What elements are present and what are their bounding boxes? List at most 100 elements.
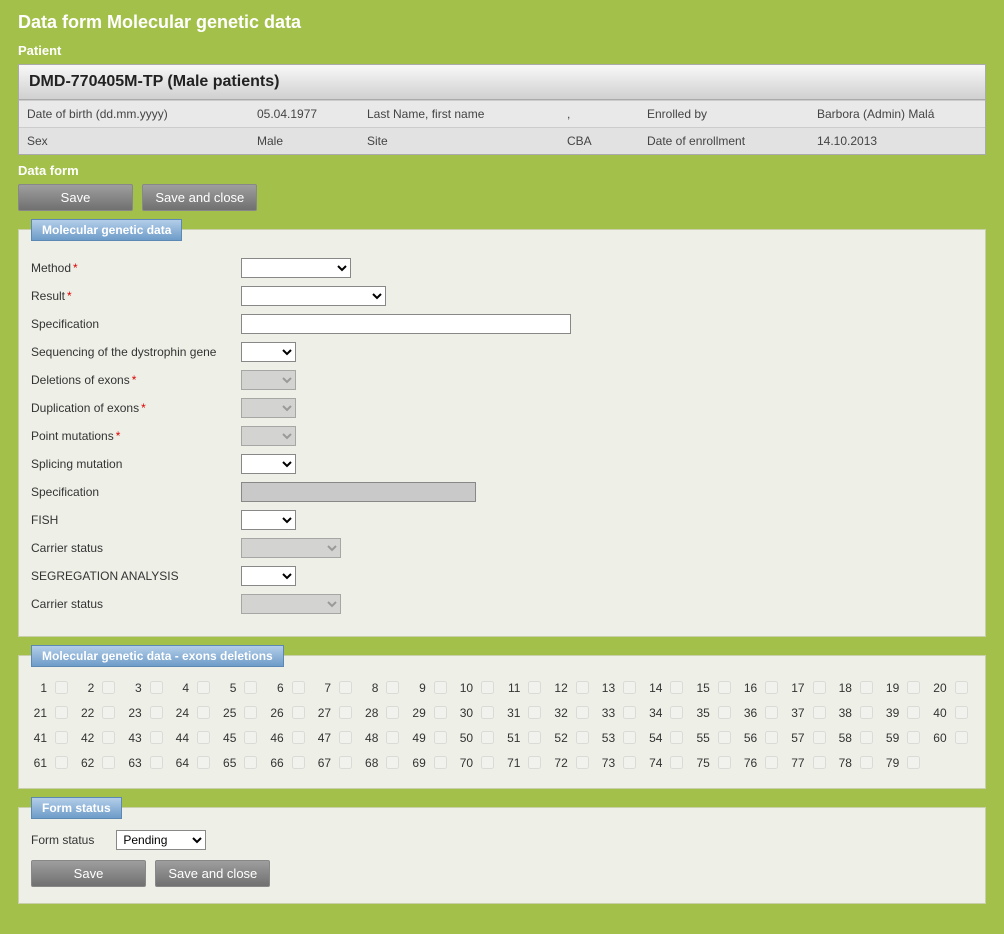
exon-number: 58 (836, 731, 852, 745)
exon-number: 69 (410, 756, 426, 770)
exon-checkbox (528, 756, 541, 769)
exon-cell: 71 (504, 753, 544, 772)
specification2-input (241, 482, 476, 502)
exon-cell: 79 (883, 753, 923, 772)
exon-checkbox (150, 731, 163, 744)
exon-number: 55 (694, 731, 710, 745)
form-status-select[interactable]: Pending (116, 830, 206, 850)
specification2-label: Specification (31, 485, 241, 499)
exon-checkbox (765, 706, 778, 719)
exon-cell: 59 (883, 728, 923, 747)
exon-number: 78 (836, 756, 852, 770)
exon-number: 11 (504, 681, 520, 695)
result-label: Result (31, 289, 65, 303)
exon-checkbox (244, 706, 257, 719)
patient-section-label: Patient (18, 43, 986, 58)
exon-cell: 78 (836, 753, 876, 772)
exon-cell: 67 (315, 753, 355, 772)
exon-number: 56 (741, 731, 757, 745)
exon-number: 4 (173, 681, 189, 695)
exon-number: 77 (789, 756, 805, 770)
exon-checkbox (434, 681, 447, 694)
exon-checkbox (244, 731, 257, 744)
exon-checkbox (150, 681, 163, 694)
exon-cell: 74 (646, 753, 686, 772)
exon-cell: 13 (599, 678, 639, 697)
exon-cell: 52 (552, 728, 592, 747)
dob-label: Date of birth (dd.mm.yyyy) (19, 100, 249, 127)
method-select[interactable] (241, 258, 351, 278)
exon-number: 62 (78, 756, 94, 770)
enroll-date-value: 14.10.2013 (809, 127, 985, 154)
exon-number: 68 (362, 756, 378, 770)
exon-number: 15 (694, 681, 710, 695)
exon-checkbox (955, 731, 968, 744)
save-close-button[interactable]: Save and close (142, 184, 257, 211)
page-title: Data form Molecular genetic data (18, 12, 986, 33)
exon-cell: 43 (126, 728, 166, 747)
exon-checkbox (907, 706, 920, 719)
exon-number: 75 (694, 756, 710, 770)
fish-select[interactable] (241, 510, 296, 530)
exon-cell: 4 (173, 678, 213, 697)
save-button[interactable]: Save (18, 184, 133, 211)
exon-number: 37 (789, 706, 805, 720)
save-close-button-bottom[interactable]: Save and close (155, 860, 270, 887)
site-value: CBA (559, 127, 639, 154)
exon-cell: 75 (694, 753, 734, 772)
exon-number: 10 (457, 681, 473, 695)
exon-checkbox (623, 681, 636, 694)
exon-checkbox (860, 681, 873, 694)
enroll-date-label: Date of enrollment (639, 127, 809, 154)
exon-checkbox (907, 756, 920, 769)
exon-cell: 20 (931, 678, 971, 697)
seq-select[interactable] (241, 342, 296, 362)
exon-cell: 58 (836, 728, 876, 747)
exon-cell: 55 (694, 728, 734, 747)
exon-cell: 38 (836, 703, 876, 722)
exon-cell: 6 (268, 678, 308, 697)
specification-input[interactable] (241, 314, 571, 334)
exon-checkbox (907, 681, 920, 694)
exon-checkbox (386, 706, 399, 719)
exon-number: 6 (268, 681, 284, 695)
exon-checkbox (339, 731, 352, 744)
name-label: Last Name, first name (359, 100, 559, 127)
exon-checkbox (434, 706, 447, 719)
exon-number: 45 (220, 731, 236, 745)
exon-checkbox (197, 731, 210, 744)
site-label: Site (359, 127, 559, 154)
exon-number: 35 (694, 706, 710, 720)
exon-checkbox (386, 731, 399, 744)
exon-number: 30 (457, 706, 473, 720)
exon-checkbox (339, 681, 352, 694)
exon-cell: 49 (410, 728, 450, 747)
exon-number: 23 (126, 706, 142, 720)
save-button-bottom[interactable]: Save (31, 860, 146, 887)
exon-number: 27 (315, 706, 331, 720)
exon-number: 76 (741, 756, 757, 770)
panel1-title: Molecular genetic data (31, 219, 182, 241)
exon-checkbox (718, 681, 731, 694)
exon-checkbox (860, 756, 873, 769)
result-select[interactable] (241, 286, 386, 306)
exon-number: 39 (883, 706, 899, 720)
exon-checkbox (765, 756, 778, 769)
exon-number: 9 (410, 681, 426, 695)
exon-checkbox (860, 731, 873, 744)
exon-cell: 42 (78, 728, 118, 747)
carrier1-select (241, 538, 341, 558)
exon-checkbox (955, 706, 968, 719)
segreg-label: SEGREGATION ANALYSIS (31, 569, 241, 583)
exon-number: 60 (931, 731, 947, 745)
exon-cell: 46 (268, 728, 308, 747)
splicing-select[interactable] (241, 454, 296, 474)
segregation-select[interactable] (241, 566, 296, 586)
exon-checkbox (292, 731, 305, 744)
exon-cell: 19 (883, 678, 923, 697)
exon-checkbox (623, 731, 636, 744)
exon-number: 66 (268, 756, 284, 770)
exon-checkbox (292, 756, 305, 769)
dob-value: 05.04.1977 (249, 100, 359, 127)
exon-number: 5 (220, 681, 236, 695)
